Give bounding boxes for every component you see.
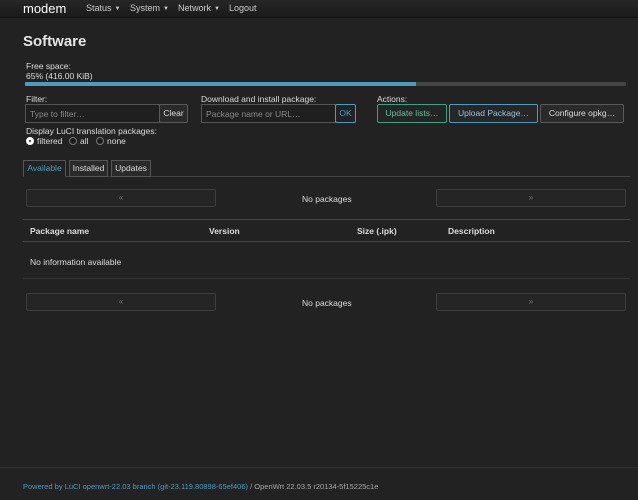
- nav-network-label: Network: [178, 3, 212, 13]
- tab-installed[interactable]: Installed: [69, 160, 108, 177]
- col-package-name[interactable]: Package name: [30, 226, 89, 236]
- radio-none[interactable]: [96, 137, 104, 145]
- caret-down-icon: ▼: [163, 6, 169, 12]
- pager-next-button[interactable]: »: [436, 189, 626, 207]
- footer-divider: [0, 467, 638, 468]
- openwrt-version: / OpenWrt 22.03.5 r20134-5f15225c1e: [248, 482, 379, 491]
- radio-none-label: none: [107, 136, 126, 146]
- page-title: Software: [23, 33, 87, 50]
- tab-updates[interactable]: Updates: [111, 160, 151, 177]
- pager-prev-button[interactable]: «: [26, 189, 216, 207]
- nav-network[interactable]: Network ▼: [178, 3, 220, 13]
- top-navbar: modem Status ▼ System ▼ Network ▼ Logout: [0, 0, 638, 18]
- configure-opkg-button[interactable]: Configure opkg…: [540, 104, 624, 123]
- brand-logo[interactable]: modem: [23, 1, 66, 16]
- free-space-label: Free space:: [26, 61, 71, 71]
- luci-version-link[interactable]: Powered by LuCI openwrt-22.03 branch (gi…: [23, 482, 248, 491]
- filter-label: Filter:: [26, 94, 48, 104]
- download-label: Download and install package:: [201, 94, 317, 104]
- pager-next-button-bottom[interactable]: »: [436, 293, 626, 311]
- radio-all-label: all: [80, 136, 89, 146]
- col-size[interactable]: Size (.ipk): [357, 226, 397, 236]
- pager-status: No packages: [302, 194, 352, 204]
- nav-logout[interactable]: Logout: [229, 3, 257, 13]
- tab-available[interactable]: Available: [23, 160, 66, 177]
- install-ok-button[interactable]: OK: [335, 104, 356, 123]
- table-empty-text: No information available: [30, 257, 122, 267]
- radio-all[interactable]: [69, 137, 77, 145]
- translation-label: Display LuCI translation packages:: [26, 126, 157, 136]
- pager-prev-button-bottom[interactable]: «: [26, 293, 216, 311]
- nav-status-label: Status: [86, 3, 112, 13]
- clear-filter-button[interactable]: Clear: [159, 104, 188, 123]
- free-space-progress-fill: [25, 82, 416, 86]
- upload-package-button[interactable]: Upload Package…: [449, 104, 538, 123]
- caret-down-icon: ▼: [114, 6, 121, 12]
- free-space-value: 65% (416.00 KiB): [26, 71, 93, 81]
- nav-system-label: System: [130, 3, 161, 13]
- footer: Powered by LuCI openwrt-22.03 branch (gi…: [23, 482, 378, 491]
- col-description[interactable]: Description: [448, 226, 495, 236]
- update-lists-button[interactable]: Update lists…: [377, 104, 447, 123]
- nav-system[interactable]: System ▼: [130, 3, 169, 13]
- actions-label: Actions:: [377, 94, 408, 104]
- package-table-header: Package name Version Size (.ipk) Descrip…: [23, 219, 630, 242]
- caret-down-icon: ▼: [214, 6, 220, 12]
- pager-status-bottom: No packages: [302, 298, 352, 308]
- nav-status[interactable]: Status ▼: [86, 3, 120, 13]
- radio-filtered[interactable]: [26, 137, 34, 145]
- col-version[interactable]: Version: [209, 226, 240, 236]
- table-row-divider: [23, 278, 630, 279]
- radio-filtered-label: filtered: [37, 136, 63, 146]
- free-space-progress: [25, 82, 626, 86]
- filter-input[interactable]: [25, 104, 160, 123]
- package-url-input[interactable]: [201, 104, 336, 123]
